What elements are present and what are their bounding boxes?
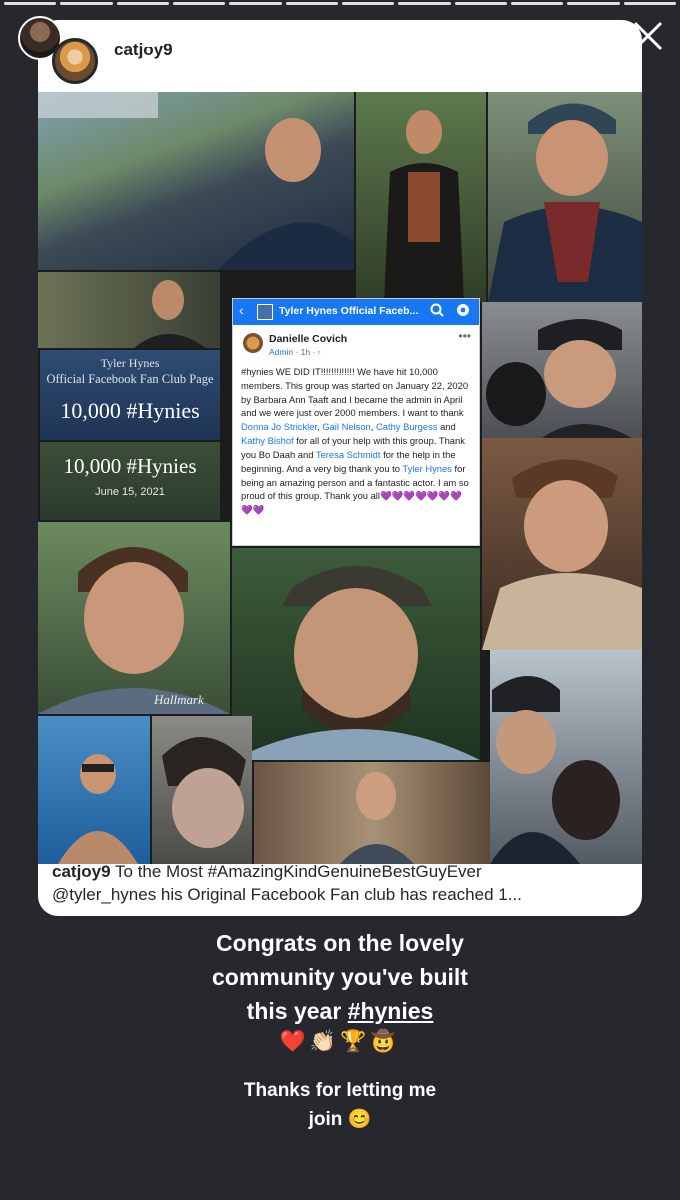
collage-photo-smile-down xyxy=(152,716,252,864)
svg-text:Hallmark: Hallmark xyxy=(153,692,204,707)
tagged-user-link: Tyler Hynes xyxy=(402,462,452,474)
thanks-line2: join 😊 xyxy=(308,1109,372,1130)
story-header: tyler_hynes 4h ••• xyxy=(16,14,680,84)
tagged-user-link: Gail Nelson xyxy=(322,421,371,433)
fan-club-banner: Tyler Hynes Official Facebook Fan Club P… xyxy=(40,350,220,440)
congrats-line1: Congrats on the lovely xyxy=(216,930,464,956)
collage-photo-car-dog xyxy=(490,650,642,864)
post-time: 1h xyxy=(300,347,311,357)
collage-photo-portrait-smile: Hallmark xyxy=(38,522,230,714)
more-options-icon: ••• xyxy=(458,329,471,343)
milestone-date: June 15, 2021 xyxy=(95,486,165,498)
facebook-group-name: Tyler Hynes Official Faceb... xyxy=(279,305,419,317)
post-text-part: #hynies WE DID IT!!!!!!!!!!!!! We have h… xyxy=(241,366,469,419)
tagged-user-link: Cathy Burgess xyxy=(375,421,438,433)
milestone-count: 10,000 #Hynies xyxy=(63,454,197,478)
story-emojis: ❤️👏🏻🏆🤠 xyxy=(279,1030,401,1053)
search-icon xyxy=(430,303,444,317)
post-caption[interactable]: catjoy9 To the Most #AmazingKindGenuineB… xyxy=(52,860,632,906)
story-username[interactable]: tyler_hynes xyxy=(88,22,229,51)
story-text-congrats: Congrats on the lovely community you've … xyxy=(0,926,680,1028)
facebook-post-text: #hynies WE DID IT!!!!!!!!!!!!! We have h… xyxy=(241,365,473,517)
fan-banner-count: 10,000 #Hynies xyxy=(60,398,200,423)
group-thumbnail xyxy=(257,304,273,320)
collage-photo-car xyxy=(38,92,354,270)
back-arrow-icon: ‹ xyxy=(239,302,244,318)
more-options-icon[interactable]: ••• xyxy=(561,22,594,53)
caption-username[interactable]: catjoy9 xyxy=(52,862,111,881)
collage-photo-beanie-dog xyxy=(482,302,642,438)
post-meta: Admin · 1h · ▫ xyxy=(269,347,321,357)
caption-text: To the Most #AmazingKindGenuineBestGuyEv… xyxy=(110,862,482,881)
story-timestamp: 4h xyxy=(274,23,301,50)
facebook-post-screenshot: ‹ Tyler Hynes Official Faceb... Danielle… xyxy=(232,298,480,546)
collage-photo-pool xyxy=(38,716,150,864)
collage-photo-scarf xyxy=(488,92,642,302)
close-icon[interactable] xyxy=(630,18,666,54)
separator: and xyxy=(437,421,456,433)
fan-banner-subtitle: Official Facebook Fan Club Page xyxy=(46,372,214,386)
fan-banner-name: Tyler Hynes xyxy=(100,356,160,370)
author-avatar xyxy=(243,333,263,353)
thanks-line1: Thanks for letting me xyxy=(243,1080,437,1101)
collage-photo-room xyxy=(254,762,490,864)
congrats-line3: this year xyxy=(246,998,348,1024)
caption-text-line2: @tyler_hynes his Original Facebook Fan c… xyxy=(52,885,522,904)
collage-photo-jacket xyxy=(356,92,486,302)
congrats-line2: community you've built xyxy=(212,964,468,990)
hashtag-link[interactable]: #hynies xyxy=(348,998,434,1024)
tagged-user-link: Teresa Schmidt xyxy=(315,448,381,460)
story-progress-bar xyxy=(4,2,676,5)
shared-post-card[interactable]: catjoy9 Tyler Hynes Official Facebook Fa… xyxy=(38,20,642,916)
tagged-user-link: Kathy Bishof xyxy=(241,435,294,447)
gear-icon xyxy=(457,304,469,316)
story-text-thanks: Thanks for letting me join 😊 xyxy=(0,1076,680,1134)
tagged-user-link: Donna Jo Strickler xyxy=(241,421,318,433)
collage-photo-jacket-smile xyxy=(482,438,642,650)
facebook-group-header: ‹ Tyler Hynes Official Faceb... xyxy=(233,299,479,325)
post-author: Danielle Covich xyxy=(269,333,348,345)
author-role: Admin xyxy=(269,347,294,357)
collage-photo-cap-selfie xyxy=(232,548,480,760)
fan-club-milestone: 10,000 #Hynies June 15, 2021 xyxy=(40,442,220,520)
photo-collage: Tyler Hynes Official Facebook Fan Club P… xyxy=(38,92,642,864)
collage-photo-portrait-small xyxy=(38,272,220,348)
